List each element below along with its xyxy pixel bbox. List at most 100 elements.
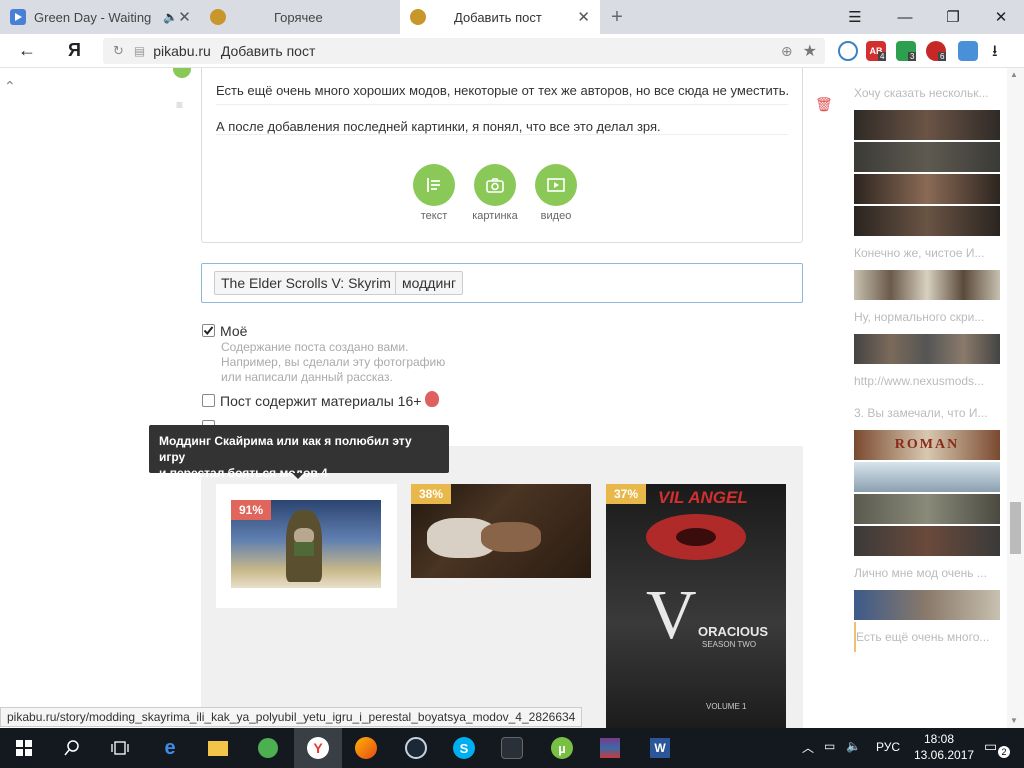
scrollbar-thumb[interactable]: [1010, 502, 1021, 554]
drag-handle-icon[interactable]: ≡: [176, 98, 183, 112]
volume-icon[interactable]: 🔈: [846, 739, 861, 753]
outline-text-item[interactable]: Хочу сказать нескольк...: [854, 78, 1000, 108]
file-explorer-icon[interactable]: [206, 736, 230, 760]
translate-icon[interactable]: ⊕: [781, 43, 793, 60]
status-bar-url: pikabu.ru/story/modding_skayrima_ili_kak…: [0, 707, 583, 727]
chevron-up-icon[interactable]: ︿: [802, 739, 814, 756]
similar-post-card[interactable]: 91%: [216, 484, 397, 608]
notification-icon[interactable]: ▭: [984, 738, 997, 755]
address-bar[interactable]: ↻ ▤ pikabu.ru Добавить пост ⊕ ★: [103, 38, 825, 64]
page-scrollbar[interactable]: ▲ ▼: [1007, 68, 1024, 728]
outline-image-item[interactable]: [854, 590, 1000, 620]
similar-post-card[interactable]: 38%: [411, 484, 591, 578]
outline-image-item[interactable]: ROMAN: [854, 430, 1000, 460]
tab-add-post[interactable]: Добавить пост ✕: [400, 0, 600, 34]
outline-text-item[interactable]: Ну, нормального скри...: [854, 302, 1000, 332]
edge-icon[interactable]: e: [158, 736, 182, 760]
outline-image-item[interactable]: [854, 526, 1000, 556]
tag-chip[interactable]: моддинг: [395, 271, 464, 295]
winrar-icon[interactable]: [598, 736, 622, 760]
text-block[interactable]: А после добавления последней картинки, я…: [216, 119, 661, 134]
image-icon[interactable]: [958, 41, 978, 61]
tag-chip[interactable]: The Elder Scrolls V: Skyrim: [214, 271, 398, 295]
mine-checkbox[interactable]: [202, 324, 215, 337]
strawberry-icon: [425, 391, 439, 407]
tab-hot[interactable]: Горячее: [200, 0, 400, 34]
utorrent-icon[interactable]: µ: [550, 736, 574, 760]
adult-checkbox[interactable]: [202, 394, 215, 407]
outline-image-item[interactable]: [854, 334, 1000, 364]
notification-count: 2: [998, 746, 1010, 758]
tooltip-line: Моддинг Скайрима или как я полюбил эту и…: [159, 434, 412, 464]
xbox-icon[interactable]: [256, 736, 280, 760]
video-icon: [547, 178, 565, 192]
search-icon[interactable]: [60, 736, 84, 760]
reload-icon[interactable]: ↻: [113, 43, 124, 59]
outline-text-item-active[interactable]: Есть ещё очень много...: [854, 622, 1000, 652]
star-icon[interactable]: ★: [803, 41, 817, 61]
new-tab-icon[interactable]: +: [600, 0, 634, 34]
outline-image-item[interactable]: [854, 462, 1000, 492]
mine-hint: Содержание поста создано вами.: [221, 340, 409, 354]
menu-icon[interactable]: ☰: [838, 0, 872, 34]
tab-strip: Green Day - Waiting 🔈 ✕ Горячее Добавить…: [0, 0, 1024, 34]
add-text-button[interactable]: [413, 164, 455, 206]
restore-icon[interactable]: ❐: [936, 0, 970, 34]
network-icon[interactable]: ▭: [824, 739, 835, 753]
back-arrow-icon[interactable]: ←: [18, 40, 36, 61]
firefox-icon[interactable]: [354, 736, 378, 760]
outline-image-item[interactable]: [854, 174, 1000, 204]
camera-icon: [486, 178, 504, 193]
adult-label[interactable]: Пост содержит материалы 16+: [220, 393, 421, 409]
pikabu-icon: [210, 9, 226, 25]
mine-label[interactable]: Моё: [220, 323, 247, 339]
similar-posts: 91% 38% VIL ANGEL V ORACIOUS SEASON TWO …: [201, 446, 803, 728]
clock-time[interactable]: 18:08: [924, 732, 954, 746]
similar-post-card[interactable]: VIL ANGEL V ORACIOUS SEASON TWO VOLUME 1…: [606, 484, 786, 728]
outline-text-item[interactable]: Лично мне мод очень ...: [854, 558, 1000, 588]
text-block[interactable]: Есть ещё очень много хороших модов, неко…: [216, 83, 789, 98]
windows-start-icon[interactable]: [12, 736, 36, 760]
yandex-logo[interactable]: Я: [68, 40, 81, 61]
add-image-button[interactable]: [474, 164, 516, 206]
outline-image-item[interactable]: [854, 110, 1000, 140]
word-icon[interactable]: W: [648, 736, 672, 760]
scroll-up-icon[interactable]: ▲: [1010, 70, 1018, 79]
minimize-icon[interactable]: —: [888, 0, 922, 34]
skype-icon[interactable]: S: [452, 736, 476, 760]
outline-image-item[interactable]: [854, 494, 1000, 524]
speaker-icon[interactable]: 🔈: [163, 10, 178, 24]
poster-season: SEASON TWO: [702, 640, 757, 649]
download-icon[interactable]: ⭳: [992, 40, 998, 67]
mine-hint: или написали данный рассказ.: [221, 370, 393, 384]
status-dot-icon: [173, 68, 191, 78]
poster-title: VIL ANGEL: [658, 488, 748, 507]
outline-text-item[interactable]: Конечно же, чистое И...: [854, 238, 1000, 268]
steam-icon[interactable]: [404, 736, 428, 760]
tags-input[interactable]: The Elder Scrolls V: Skyrim моддинг: [201, 263, 803, 303]
trash-icon[interactable]: 🗑: [815, 96, 833, 113]
close-window-icon[interactable]: ✕: [984, 0, 1018, 34]
outline-text-item[interactable]: 3. Вы замечали, что И...: [854, 398, 1000, 428]
close-icon[interactable]: ✕: [577, 8, 590, 26]
tab-green-day[interactable]: Green Day - Waiting 🔈 ✕: [0, 0, 200, 34]
yandex-browser-icon[interactable]: Y: [306, 736, 330, 760]
add-video-button[interactable]: [535, 164, 577, 206]
browser-toolbar: ← Я ↻ ▤ pikabu.ru Добавить пост ⊕ ★ AB 4…: [0, 34, 1024, 68]
nox-icon[interactable]: [500, 736, 524, 760]
divider: [216, 104, 788, 105]
poster-name: ORACIOUS: [698, 624, 769, 639]
chevron-up-icon[interactable]: ⌃: [4, 78, 16, 95]
outline-image-item[interactable]: [854, 142, 1000, 172]
tab-title: Добавить пост: [454, 9, 542, 25]
scroll-down-icon[interactable]: ▼: [1010, 716, 1018, 725]
tab-title: Горячее: [274, 9, 323, 25]
clock-date[interactable]: 13.06.2017: [914, 748, 974, 762]
outline-text-item[interactable]: http://www.nexusmods...: [854, 366, 1000, 396]
outline-image-item[interactable]: [854, 270, 1000, 300]
outline-image-item[interactable]: [854, 206, 1000, 236]
language-indicator[interactable]: РУС: [876, 740, 900, 754]
close-icon[interactable]: ✕: [178, 8, 191, 26]
protect-icon[interactable]: [838, 41, 858, 61]
task-view-icon[interactable]: [108, 736, 132, 760]
